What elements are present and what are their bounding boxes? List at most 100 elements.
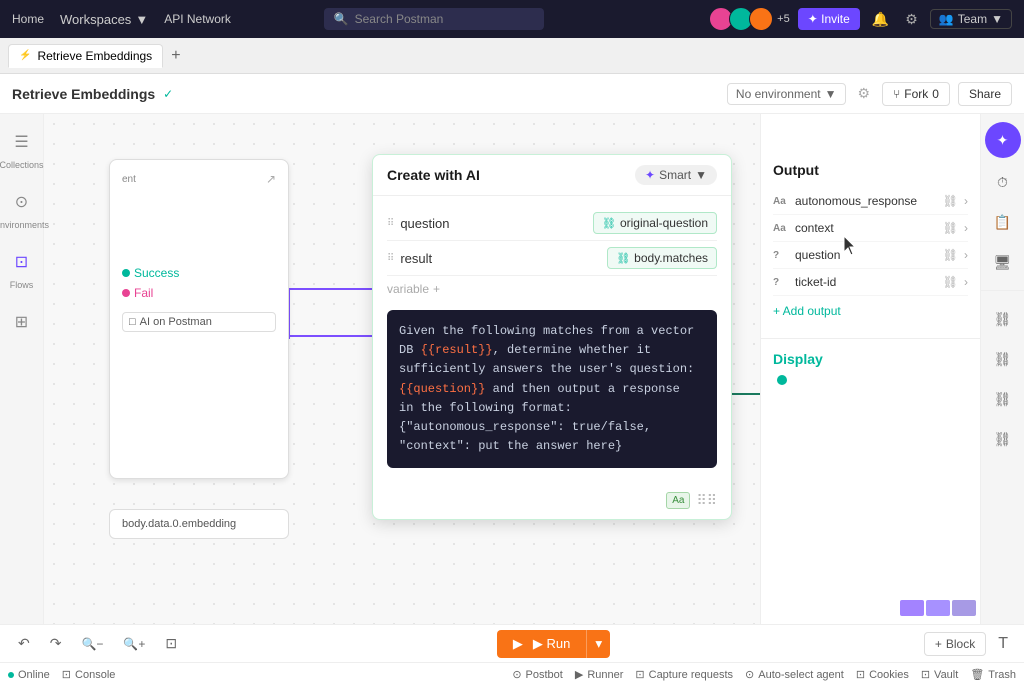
smart-star-icon: ✦	[645, 168, 655, 182]
output-more-1[interactable]: ›	[964, 194, 968, 208]
undo-button[interactable]: ↶	[12, 631, 36, 656]
fork-button[interactable]: ⑂ Fork 0	[882, 82, 950, 106]
zoom-in-button[interactable]: 🔍+	[117, 633, 151, 655]
success-label: Success	[122, 266, 276, 280]
capture-button[interactable]: ⊡ Capture requests	[635, 668, 733, 681]
output-more-4[interactable]: ›	[964, 275, 968, 289]
add-output-button[interactable]: + Add output	[773, 296, 968, 326]
nav-workspaces[interactable]: Workspaces ▼	[60, 12, 148, 27]
sidebar-item-flows[interactable]: ⊡ Flows	[6, 246, 38, 290]
text-tool-button[interactable]: T	[994, 631, 1012, 657]
ai-create-node: Create with AI ✦ Smart ▼ ⠿ question ⛓ or…	[372, 154, 732, 520]
input-name-question: question	[400, 216, 593, 231]
env-settings-icon[interactable]: ⚙	[854, 83, 875, 104]
top-nav: Home Workspaces ▼ API Network 🔍 Search P…	[0, 0, 1024, 38]
output-type-1: Aa	[773, 196, 789, 207]
expand-icon[interactable]: ↗	[266, 172, 276, 186]
search-icon: 🔍	[334, 12, 349, 26]
active-tab[interactable]: ⚡ Retrieve Embeddings	[8, 44, 163, 68]
sidebar-item-explore[interactable]: ⊞	[6, 306, 38, 338]
block-label: Block	[946, 637, 975, 651]
env-label: No environment	[736, 87, 821, 101]
workspace-chevron: ▼	[135, 12, 148, 27]
trash-button[interactable]: 🗑 Trash	[970, 668, 1016, 681]
run-dropdown-button[interactable]: ▾	[586, 630, 610, 658]
output-more-3[interactable]: ›	[964, 248, 968, 262]
capture-label: Capture requests	[649, 669, 733, 681]
capture-icon: ⊡	[635, 668, 644, 681]
settings-icon[interactable]: ⚙	[901, 9, 922, 30]
team-button[interactable]: 👥 Team ▼	[930, 9, 1012, 29]
output-name-3: question	[795, 248, 937, 262]
share-button[interactable]: Share	[958, 82, 1012, 106]
display-section: Display	[761, 339, 980, 397]
output-name-2: context	[795, 221, 937, 235]
nav-search-bar[interactable]: 🔍 Search Postman	[324, 8, 544, 30]
sidebar-item-environments[interactable]: ⊙ Environments	[0, 186, 49, 230]
output-link-2[interactable]: ⛓	[943, 221, 958, 235]
nav-home[interactable]: Home	[12, 12, 44, 26]
drag-handle-1[interactable]: ⠿	[387, 218, 394, 229]
input-value-result[interactable]: ⛓ body.matches	[607, 247, 717, 269]
output-link-4[interactable]: ⛓	[943, 275, 958, 289]
redo-button[interactable]: ↷	[44, 631, 68, 656]
auto-select-icon: ⊙	[745, 668, 754, 681]
online-status[interactable]: Online	[8, 669, 50, 681]
input-value-result-text: body.matches	[634, 251, 708, 265]
output-row-1: Aa autonomous_response ⛓ ›	[773, 188, 968, 215]
invite-button[interactable]: ✦ Invite	[798, 8, 860, 30]
display-dot	[777, 375, 787, 385]
ai-sidebar-button[interactable]: ✦	[985, 122, 1021, 158]
postbot-button[interactable]: ⊙ Postbot	[512, 668, 563, 681]
cookies-button[interactable]: ⊡ Cookies	[856, 668, 909, 681]
monitor-sidebar-button[interactable]: 🖥	[987, 246, 1019, 278]
add-block-button[interactable]: + Block	[924, 632, 986, 656]
nav-api-network[interactable]: API Network	[164, 12, 231, 26]
auto-select-button[interactable]: ⊙ Auto-select agent	[745, 668, 844, 681]
fail-label: Fail	[122, 286, 276, 300]
link-sidebar-2[interactable]: ⛓	[987, 343, 1019, 375]
run-main-button[interactable]: ▶ ▶ Run	[497, 630, 586, 658]
env-chevron: ▼	[825, 87, 837, 101]
output-more-2[interactable]: ›	[964, 221, 968, 235]
team-chevron: ▼	[991, 12, 1003, 26]
explore-icon: ⊞	[6, 306, 38, 338]
add-variable-row[interactable]: variable +	[387, 276, 717, 302]
input-row-result: ⠿ result ⛓ body.matches	[387, 241, 717, 276]
zoom-out-button[interactable]: 🔍−	[75, 633, 109, 655]
far-right-sidebar: ✦ ⏱ 📋 🖥 ⛓ ⛓ ⛓ ⛓	[980, 114, 1024, 624]
vault-label: Vault	[934, 669, 958, 681]
page-title: Retrieve Embeddings	[12, 86, 155, 102]
prompt-var-question: {{question}}	[399, 382, 485, 396]
auto-select-label: Auto-select agent	[758, 669, 844, 681]
mini-thumbnails	[900, 600, 976, 616]
vault-button[interactable]: ⊡ Vault	[921, 668, 958, 681]
fork-label: Fork	[904, 87, 928, 101]
left-flow-node: ent ↗ Success Fail □ AI on Postman	[109, 159, 289, 479]
smart-badge[interactable]: ✦ Smart ▼	[635, 165, 717, 185]
drag-handle-2[interactable]: ⠿	[387, 253, 394, 264]
main-layout: ☰ Collections ⊙ Environments ⊡ Flows ⊞	[0, 114, 1024, 624]
history-sidebar-button[interactable]: ⏱	[987, 166, 1019, 198]
output-link-1[interactable]: ⛓	[943, 194, 958, 208]
fit-button[interactable]: ⊡	[159, 631, 183, 656]
console-button[interactable]: ⊡ Console	[62, 668, 116, 681]
output-link-3[interactable]: ⛓	[943, 248, 958, 262]
prompt-text-box[interactable]: Given the following matches from a vecto…	[387, 310, 717, 468]
run-label: ▶ Run	[533, 636, 570, 652]
link-sidebar-4[interactable]: ⛓	[987, 423, 1019, 455]
tab-icon: ⚡	[19, 50, 31, 61]
link-sidebar-1[interactable]: ⛓	[987, 303, 1019, 335]
add-tab-button[interactable]: +	[167, 47, 184, 65]
display-title: Display	[773, 351, 968, 367]
link-sidebar-3[interactable]: ⛓	[987, 383, 1019, 415]
doc-sidebar-button[interactable]: 📋	[987, 206, 1019, 238]
sidebar-item-collections[interactable]: ☰ Collections	[0, 126, 44, 170]
thumb-2	[926, 600, 950, 616]
canvas-area[interactable]: ent ↗ Success Fail □ AI on Postman	[44, 114, 1024, 624]
action-bar: Retrieve Embeddings ✓ No environment ▼ ⚙…	[0, 74, 1024, 114]
bell-icon[interactable]: 🔔	[868, 9, 893, 30]
environment-selector[interactable]: No environment ▼	[727, 83, 846, 105]
runner-button[interactable]: ▶ Runner	[575, 668, 624, 681]
input-value-question[interactable]: ⛓ original-question	[593, 212, 717, 234]
